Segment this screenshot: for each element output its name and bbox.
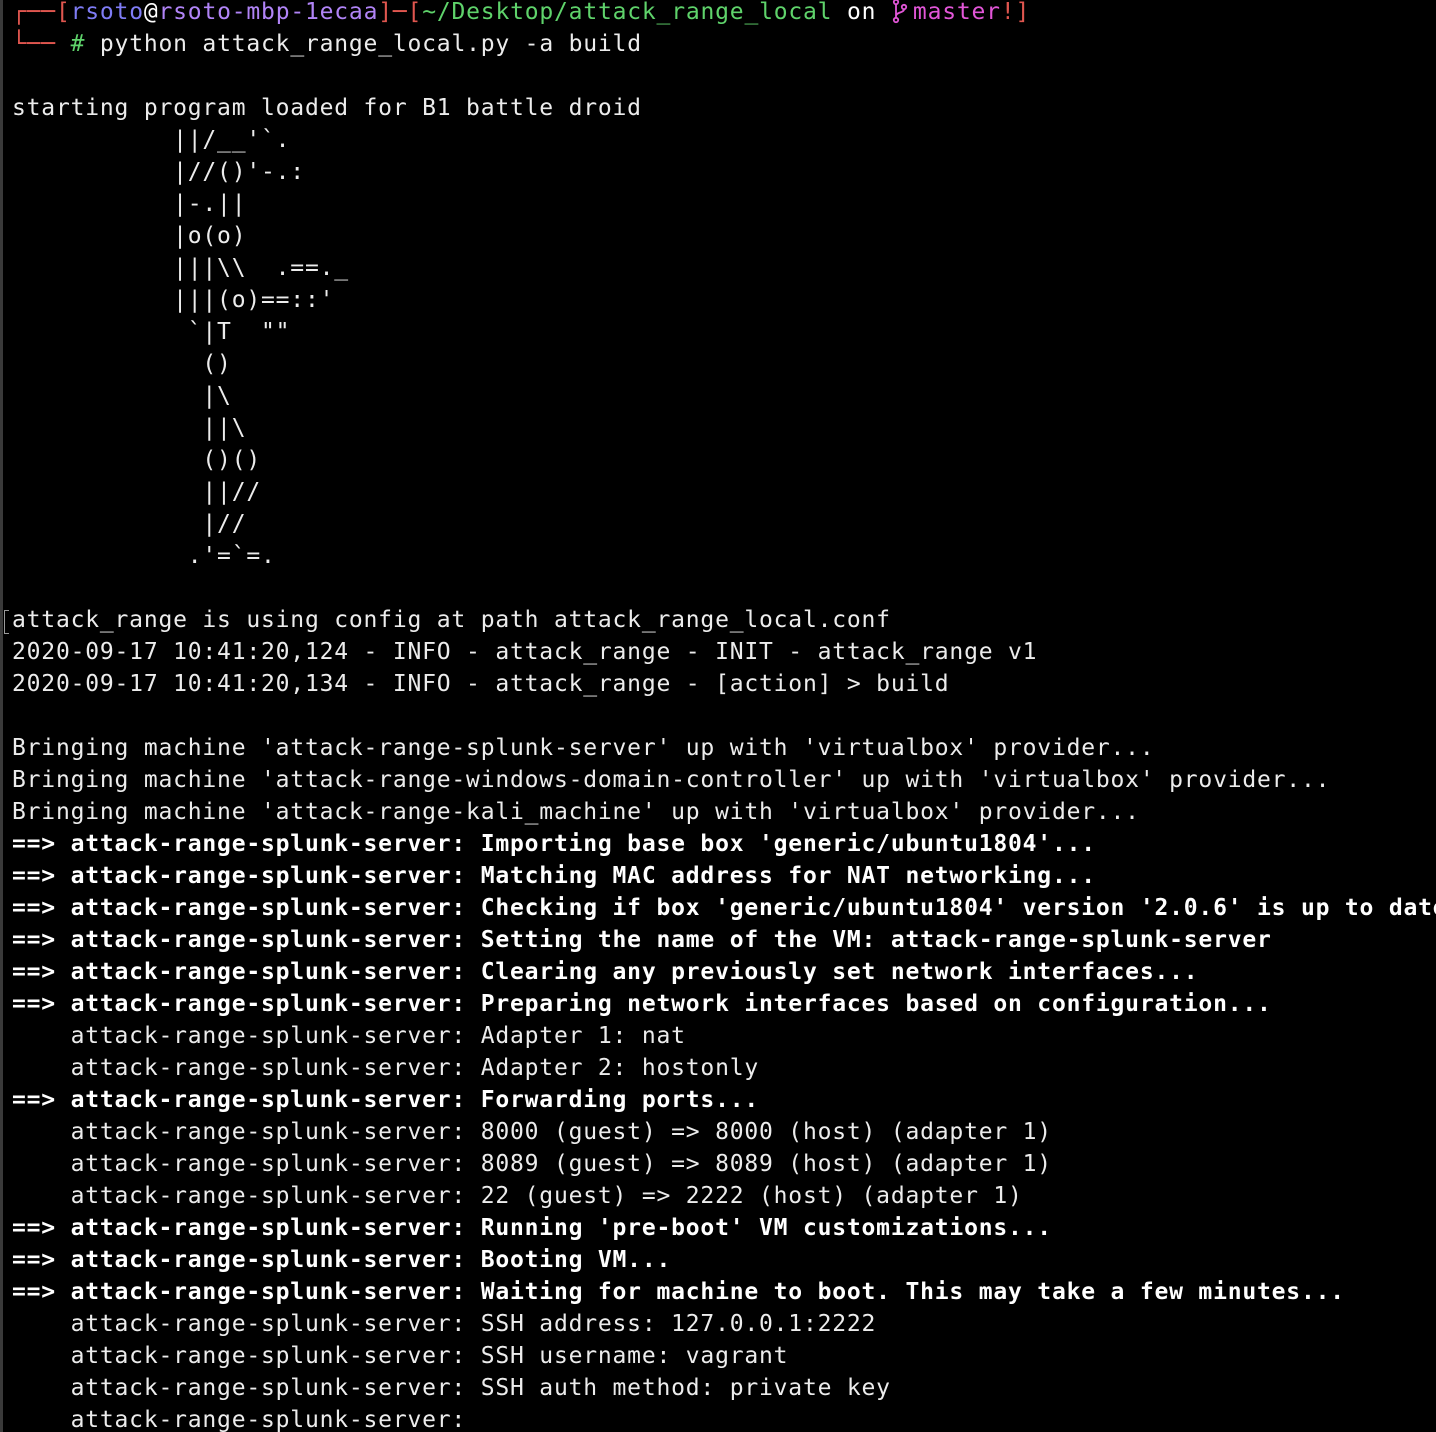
ascii-art-line: |\ [12,383,232,409]
log-line: attack_range is using config at path att… [12,607,891,633]
prompt-user: rsoto [70,0,144,25]
log-output: attack_range is using config at path att… [12,604,1432,700]
ascii-art-line: ||\ [12,415,247,441]
prompt-path-close-bracket: ] [1015,0,1031,25]
ascii-art-line: |o(o) [12,223,247,249]
terminal-window[interactable]: ┌──[rsoto@rsoto-mbp-1ecaa]─[~/Desktop/at… [0,0,1436,1432]
prompt-branch: master [912,0,1001,25]
selection-marker [4,610,9,634]
ascii-art-line: |||(o)==::' [12,287,335,313]
prompt-corner-top: ┌── [12,0,56,25]
vagrant-line: attack-range-splunk-server: 22 (guest) =… [12,1183,1023,1209]
prompt-hash: # [55,31,100,57]
vagrant-output: Bringing machine 'attack-range-splunk-se… [12,732,1436,1432]
vagrant-line: ==> attack-range-splunk-server: Forwardi… [12,1087,760,1113]
terminal-output: ┌──[rsoto@rsoto-mbp-1ecaa]─[~/Desktop/at… [12,0,1436,1432]
vagrant-line: ==> attack-range-splunk-server: Setting … [12,927,1272,953]
vagrant-line: attack-range-splunk-server: 8089 (guest)… [12,1151,1052,1177]
vagrant-line: ==> attack-range-splunk-server: Booting … [12,1247,672,1273]
vagrant-line: Bringing machine 'attack-range-kali_mach… [12,799,1140,825]
vagrant-line: attack-range-splunk-server: Adapter 2: h… [12,1055,760,1081]
log-line: 2020-09-17 10:41:20,134 - INFO - attack_… [12,671,950,697]
ascii-art-line: ()() [12,447,262,473]
ascii-art-line: ||/__'`. [12,127,291,153]
prompt-line: ┌──[rsoto@rsoto-mbp-1ecaa]─[~/Desktop/at… [12,0,1432,28]
vagrant-line: attack-range-splunk-server: 8000 (guest)… [12,1119,1052,1145]
prompt-path-open-bracket: [ [407,0,423,25]
prompt-on: on [832,0,891,25]
banner-text: starting program loaded for B1 battle dr… [12,95,642,121]
ascii-art-line: () [12,351,232,377]
prompt-path: ~/Desktop/attack_range_local [422,0,833,25]
ascii-art-line: |||\\ .==._ [12,255,349,281]
prompt-corner-bottom: └── [12,31,56,57]
vagrant-line: attack-range-splunk-server: SSH username… [12,1343,789,1369]
vagrant-line: ==> attack-range-splunk-server: Clearing… [12,959,1199,985]
ascii-art-line: ||// [12,479,262,505]
git-branch-icon [892,0,908,24]
prompt-at: @ [143,0,159,25]
prompt-dash: ─ [392,0,408,25]
command-line: └── # python attack_range_local.py -a bu… [12,28,1432,60]
ascii-art-line: |//()'-.: [12,159,305,185]
vagrant-line: ==> attack-range-splunk-server: Importin… [12,831,1096,857]
ascii-art: ||/__'`. |//()'-.: |-.|| |o(o) |||\\ .==… [12,124,1432,572]
prompt-host: rsoto-mbp-1ecaa [158,0,379,25]
command-text: python attack_range_local.py -a build [99,31,642,57]
prompt-close-bracket: ] [378,0,393,25]
vagrant-line: attack-range-splunk-server: SSH address:… [12,1311,877,1337]
vagrant-line: attack-range-splunk-server: SSH auth met… [12,1375,891,1401]
vagrant-line: attack-range-splunk-server: Adapter 1: n… [12,1023,686,1049]
vagrant-line: ==> attack-range-splunk-server: Preparin… [12,991,1272,1017]
ascii-art-line: .'=`=. [12,543,276,569]
log-line: 2020-09-17 10:41:20,124 - INFO - attack_… [12,639,1038,665]
ascii-art-line: `|T "" [12,319,291,345]
vagrant-line: ==> attack-range-splunk-server: Waiting … [12,1279,1345,1305]
vagrant-line: Bringing machine 'attack-range-splunk-se… [12,735,1155,761]
vagrant-line: ==> attack-range-splunk-server: Checking… [12,895,1436,921]
prompt-dirty-flag: ! [1000,0,1016,25]
prompt-open-bracket: [ [55,0,71,25]
vagrant-line: ==> attack-range-splunk-server: Running … [12,1215,1052,1241]
vagrant-line: attack-range-splunk-server: [12,1407,467,1432]
vagrant-line: ==> attack-range-splunk-server: Matching… [12,863,1096,889]
vagrant-line: Bringing machine 'attack-range-windows-d… [12,767,1331,793]
ascii-art-line: |-.|| [12,191,247,217]
window-left-edge [0,0,3,1432]
ascii-art-line: |// [12,511,247,537]
